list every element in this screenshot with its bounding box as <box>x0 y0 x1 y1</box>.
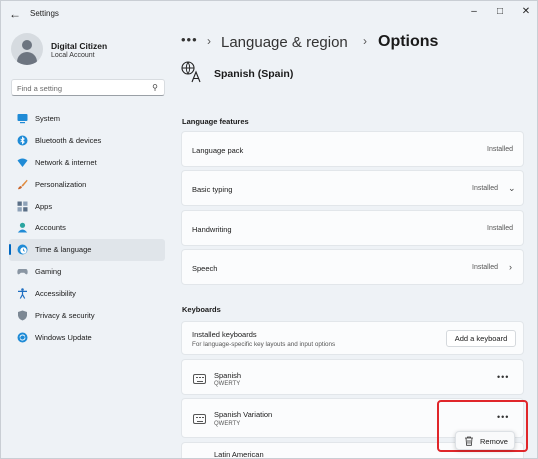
breadcrumb-more-button[interactable]: ••• <box>181 32 198 47</box>
sidebar-item-label: Bluetooth & devices <box>35 135 102 145</box>
profile-account-type: Local Account <box>51 52 95 59</box>
keyboard-name: Spanish <box>214 371 242 380</box>
page-title: Options <box>378 33 439 50</box>
feature-handwriting[interactable]: Handwriting Installed <box>181 210 524 246</box>
sidebar-item-gaming[interactable]: Gaming <box>9 261 165 283</box>
chevron-down-icon[interactable]: ⌄ <box>508 183 516 194</box>
sidebar-item-label: Privacy & security <box>35 311 95 321</box>
installed-keyboards-desc: For language-specific key layouts and in… <box>192 341 336 348</box>
sidebar-item-privacy[interactable]: Privacy & security <box>9 305 165 327</box>
search-box[interactable]: ⚲ <box>11 79 165 96</box>
sidebar-item-label: Time & language <box>35 245 92 255</box>
search-icon[interactable]: ⚲ <box>152 83 158 92</box>
sidebar-item-label: Network & internet <box>35 157 97 167</box>
sidebar-item-time-language[interactable]: Time & language <box>9 239 165 262</box>
sidebar-item-label: Gaming <box>35 267 62 277</box>
feature-status: Installed <box>487 146 514 153</box>
gamepad-icon <box>17 269 28 275</box>
app-title: Settings <box>30 9 59 18</box>
sidebar-item-label: System <box>35 114 61 123</box>
sidebar-item-label: Apps <box>35 201 53 211</box>
sidebar-nav: System Bluetooth & devices Network & int… <box>9 108 165 349</box>
breadcrumb-language-region[interactable]: Language & region <box>221 34 348 51</box>
apps-icon <box>17 201 28 212</box>
back-arrow-icon[interactable]: ← <box>7 6 23 22</box>
sidebar-item-network[interactable]: Network & internet <box>9 152 165 174</box>
feature-speech[interactable]: Speech Installed › <box>181 249 524 285</box>
brush-icon <box>18 179 28 189</box>
remove-menu-item[interactable]: Remove <box>455 431 515 450</box>
accessibility-icon <box>18 288 27 299</box>
accounts-icon <box>17 223 28 233</box>
installed-keyboards-card: Installed keyboards For language-specifi… <box>181 321 524 355</box>
feature-basic-typing[interactable]: Basic typing Installed ⌄ <box>181 170 524 206</box>
feature-status: Installed <box>472 264 499 271</box>
title-bar: ← Settings – □ ✕ <box>1 1 537 27</box>
update-icon <box>17 332 28 343</box>
section-heading-language-features: Language features <box>182 117 249 126</box>
feature-label: Basic typing <box>192 185 233 194</box>
minimize-button[interactable]: – <box>464 4 484 20</box>
sidebar-item-label: Accessibility <box>35 289 76 299</box>
keyboard-name: Spanish Variation <box>214 410 273 419</box>
close-button[interactable]: ✕ <box>516 4 536 20</box>
feature-label: Speech <box>192 264 218 273</box>
language-name: Spanish (Spain) <box>214 68 294 80</box>
feature-label: Language pack <box>192 146 244 155</box>
system-icon <box>17 114 28 124</box>
feature-status: Installed <box>472 185 499 192</box>
keyboard-icon <box>193 374 206 384</box>
sidebar-item-label: Accounts <box>35 223 66 233</box>
installed-keyboards-title: Installed keyboards <box>192 330 257 339</box>
search-input[interactable] <box>17 82 147 94</box>
chevron-right-icon: › <box>207 34 211 48</box>
network-icon <box>17 158 28 167</box>
maximize-button[interactable]: □ <box>490 4 510 20</box>
sidebar-item-windows-update[interactable]: Windows Update <box>9 327 165 349</box>
sidebar-item-label: Personalization <box>35 179 87 189</box>
keyboard-item-spanish: Spanish QWERTY ••• <box>181 359 524 395</box>
keyboard-name: Latin American <box>214 450 264 459</box>
feature-language-pack[interactable]: Language pack Installed <box>181 131 524 167</box>
sidebar-item-bluetooth[interactable]: Bluetooth & devices <box>9 130 165 152</box>
bluetooth-icon <box>17 135 28 146</box>
sidebar-item-label: Windows Update <box>35 332 92 342</box>
chevron-right-icon: › <box>509 262 512 272</box>
chevron-right-icon: › <box>363 34 367 48</box>
feature-status: Installed <box>487 225 514 232</box>
sidebar-item-personalization[interactable]: Personalization <box>9 174 165 196</box>
keyboard-layout: QWERTY <box>214 421 241 427</box>
more-options-button[interactable]: ••• <box>497 372 509 382</box>
language-icon <box>181 61 201 83</box>
settings-window: ← Settings – □ ✕ Digital Citizen Local A… <box>0 0 538 459</box>
sidebar-item-system[interactable]: System <box>9 108 165 130</box>
shield-icon <box>18 310 27 321</box>
remove-label: Remove <box>480 437 508 446</box>
sidebar-item-accounts[interactable]: Accounts <box>9 217 165 239</box>
keyboard-layout: QWERTY <box>214 381 241 387</box>
keyboard-icon <box>193 414 206 424</box>
trash-icon <box>465 436 473 446</box>
section-heading-keyboards: Keyboards <box>182 305 221 314</box>
sidebar-item-apps[interactable]: Apps <box>9 196 165 218</box>
feature-label: Handwriting <box>192 225 232 234</box>
add-keyboard-button[interactable]: Add a keyboard <box>446 330 516 347</box>
avatar[interactable] <box>11 33 43 65</box>
globe-clock-icon <box>17 244 28 255</box>
profile-name: Digital Citizen <box>51 41 108 51</box>
sidebar-item-accessibility[interactable]: Accessibility <box>9 283 165 305</box>
